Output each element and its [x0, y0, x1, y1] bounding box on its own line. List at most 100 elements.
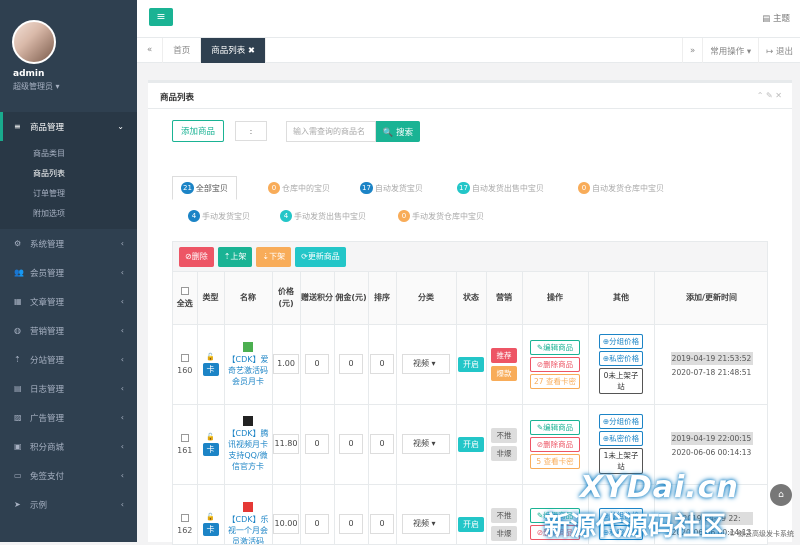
- tab-home[interactable]: 首页: [163, 38, 201, 63]
- edit-goods-button[interactable]: ✎编辑商品: [530, 340, 580, 355]
- commission-input[interactable]: 0: [339, 514, 363, 534]
- price-input[interactable]: 1.00: [273, 354, 299, 374]
- commission-input[interactable]: 0: [339, 354, 363, 374]
- sidebar-item-substation[interactable]: ⇡分站管理‹: [0, 345, 137, 374]
- theme-button[interactable]: ▤ 主题: [762, 12, 790, 24]
- sort-cell: 0: [368, 324, 396, 404]
- status-toggle[interactable]: 开启: [458, 517, 484, 532]
- tab-all-goods[interactable]: 21全部宝贝: [172, 176, 237, 200]
- sidebar-item-members[interactable]: 👥会员管理‹: [0, 258, 137, 287]
- view-cards-button[interactable]: 27 查看卡密: [530, 374, 580, 389]
- group-price-button[interactable]: ⊕分组价格: [599, 414, 643, 429]
- marketing-cell: 不推非爆: [486, 404, 522, 484]
- sidebar-item-ads[interactable]: ▨广告管理‹: [0, 403, 137, 432]
- menu-toggle-icon[interactable]: ≡: [149, 8, 173, 26]
- submenu-orders[interactable]: 订单管理: [0, 183, 137, 203]
- delete-goods-button[interactable]: ⊘删除商品: [530, 437, 580, 452]
- sort-input[interactable]: 0: [370, 514, 394, 534]
- edit-goods-button[interactable]: ✎编辑商品: [530, 420, 580, 435]
- bulk-unlist-button[interactable]: ⇣下架: [256, 247, 291, 267]
- submenu-category[interactable]: 商品类目: [0, 143, 137, 163]
- tab-scroll-right-icon[interactable]: »: [682, 38, 702, 63]
- sidebar-item-goods[interactable]: ≡ 商品管理 ⌄: [0, 112, 137, 141]
- bulk-delete-button[interactable]: ⊘删除: [179, 247, 214, 267]
- sidebar-item-marketing[interactable]: ◍营销管理‹: [0, 316, 137, 345]
- search-button[interactable]: 🔍 搜索: [376, 121, 420, 142]
- points-input[interactable]: 0: [305, 354, 329, 374]
- sidebar-item-payment[interactable]: ▭免签支付‹: [0, 461, 137, 490]
- recommend-toggle[interactable]: 不推: [491, 508, 517, 523]
- avatar[interactable]: [12, 20, 56, 64]
- refresh-goods-button[interactable]: ⟳更新商品: [295, 247, 346, 267]
- sort-input[interactable]: 0: [370, 354, 394, 374]
- substation-button[interactable]: 0未上架子站: [599, 368, 643, 394]
- sort-input[interactable]: 0: [370, 434, 394, 454]
- back-to-top-icon[interactable]: ⌂: [770, 484, 792, 506]
- commission-input[interactable]: 0: [339, 434, 363, 454]
- price-input[interactable]: 11.80: [273, 434, 299, 454]
- points-input[interactable]: 0: [305, 514, 329, 534]
- category-select[interactable]: 视频 ▾: [402, 514, 450, 534]
- user-role-dropdown[interactable]: 超级管理员 ▾: [13, 81, 60, 92]
- sidebar-item-points-mall[interactable]: ▣积分商城‹: [0, 432, 137, 461]
- filter-select[interactable]: :: [235, 121, 267, 141]
- delete-goods-button[interactable]: ⊘删除商品: [530, 357, 580, 372]
- tab-auto-goods[interactable]: 17自动发货宝贝: [360, 178, 423, 198]
- points-input[interactable]: 0: [305, 434, 329, 454]
- hot-toggle[interactable]: 非爆: [491, 526, 517, 541]
- common-ops-dropdown[interactable]: 常用操作 ▾: [702, 38, 758, 63]
- private-price-button[interactable]: ⊕私密价格: [599, 351, 643, 366]
- tab-warehouse-goods[interactable]: 0仓库中的宝贝: [268, 178, 330, 198]
- name-cell: 【CDK】腾讯视频月卡 支持QQ/微信官方卡: [224, 404, 272, 484]
- category-value: 视频: [413, 439, 429, 448]
- goods-thumbnail: [243, 416, 253, 426]
- type-cell: 🔓卡: [197, 484, 224, 545]
- panel-tools-icon[interactable]: ⌃ ✎ ✕: [757, 91, 782, 100]
- submenu-options[interactable]: 附加选项: [0, 203, 137, 223]
- submenu-goods-list[interactable]: 商品列表: [0, 163, 137, 183]
- logout-button[interactable]: ↦ 退出: [758, 38, 800, 63]
- recommend-toggle[interactable]: 推荐: [491, 348, 517, 363]
- add-goods-button[interactable]: 添加商品: [172, 120, 224, 142]
- sidebar-item-examples[interactable]: ➤示例‹: [0, 490, 137, 519]
- status-cell: 开启: [456, 404, 486, 484]
- status-toggle[interactable]: 开启: [458, 357, 484, 372]
- price-input[interactable]: 10.00: [273, 514, 299, 534]
- tab-auto-selling[interactable]: 17自动发货出售中宝贝: [457, 178, 544, 198]
- recommend-toggle[interactable]: 不推: [491, 428, 517, 443]
- private-price-button[interactable]: ⊕私密价格: [599, 431, 643, 446]
- select-all-header[interactable]: 全选: [173, 272, 197, 324]
- sidebar-item-articles[interactable]: ▦文章管理‹: [0, 287, 137, 316]
- bulk-list-button[interactable]: ⇡上架: [218, 247, 253, 267]
- category-select[interactable]: 视频 ▾: [402, 354, 450, 374]
- select-all-checkbox[interactable]: [181, 287, 189, 295]
- user-name[interactable]: admin: [13, 69, 44, 79]
- image-icon: ▨: [14, 413, 26, 422]
- goods-name-link[interactable]: 【CDK】爱奇艺激活码会员月卡: [225, 354, 272, 387]
- row-checkbox[interactable]: [181, 354, 189, 362]
- tab-manual-warehouse[interactable]: 0手动发货仓库中宝贝: [398, 206, 484, 226]
- sidebar-item-system[interactable]: ⚙系统管理‹: [0, 229, 137, 258]
- count-badge: 4: [280, 210, 292, 222]
- goods-name-link[interactable]: 【CDK】乐视一个月会员激活码: [225, 514, 272, 545]
- tab-scroll-left-icon[interactable]: «: [137, 38, 163, 63]
- sidebar-item-logs[interactable]: ▤日志管理‹: [0, 374, 137, 403]
- row-checkbox[interactable]: [181, 434, 189, 442]
- search-input[interactable]: 输入需查询的商品名: [286, 121, 376, 142]
- filter-label: 自动发货出售中宝贝: [472, 183, 544, 194]
- tab-manual-goods[interactable]: 4手动发货宝贝: [188, 206, 250, 226]
- status-toggle[interactable]: 开启: [458, 437, 484, 452]
- category-select[interactable]: 视频 ▾: [402, 434, 450, 454]
- goods-name-link[interactable]: 【CDK】腾讯视频月卡 支持QQ/微信官方卡: [225, 428, 272, 472]
- hot-toggle[interactable]: 非爆: [491, 446, 517, 461]
- row-checkbox[interactable]: [181, 514, 189, 522]
- tab-manual-selling[interactable]: 4手动发货出售中宝贝: [280, 206, 366, 226]
- tab-goods-list[interactable]: 商品列表 ✖: [201, 38, 266, 63]
- group-price-button[interactable]: ⊕分组价格: [599, 334, 643, 349]
- hot-toggle[interactable]: 爆款: [491, 366, 517, 381]
- gift-icon: ▣: [14, 442, 26, 451]
- sidebar-item-label: 广告管理: [30, 412, 64, 424]
- tab-auto-warehouse[interactable]: 0自动发货仓库中宝贝: [578, 178, 664, 198]
- view-cards-button[interactable]: 5 查看卡密: [530, 454, 580, 469]
- chevron-left-icon: ‹: [121, 239, 124, 248]
